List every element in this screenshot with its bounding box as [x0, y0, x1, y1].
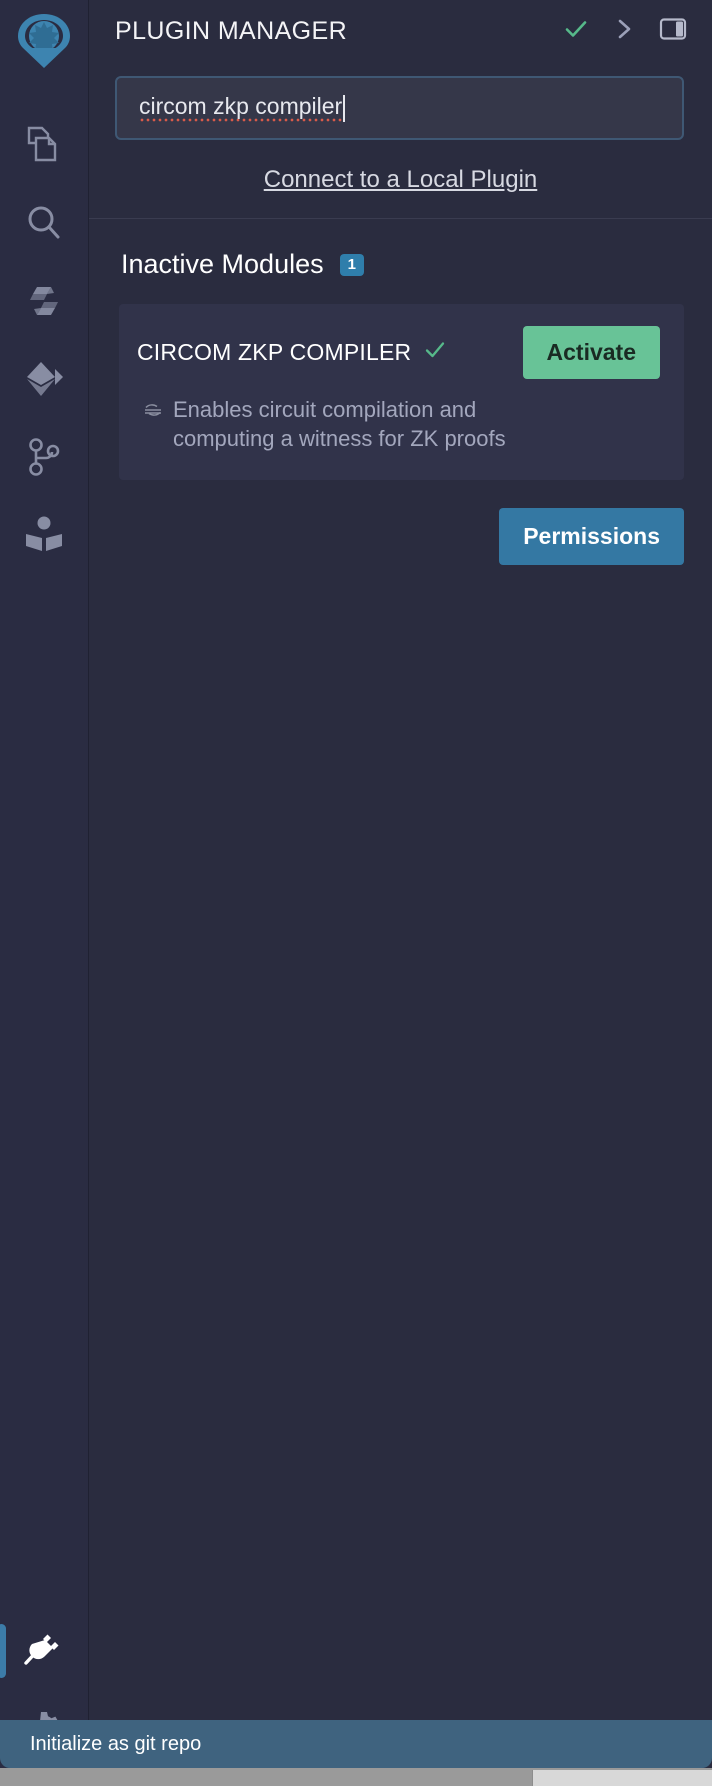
permissions-button[interactable]: Permissions — [499, 507, 684, 565]
activate-button[interactable]: Activate — [522, 326, 660, 379]
panel-filler — [89, 565, 712, 1786]
plugin-card-header: CIRCOM ZKP COMPILER Activate — [137, 326, 660, 379]
os-taskbar-segment — [532, 1770, 712, 1786]
os-taskbar-strip — [0, 1768, 712, 1786]
plugin-verified-check-icon — [423, 338, 447, 367]
search-input[interactable]: circom zkp compiler — [115, 76, 684, 140]
header-icon-group — [562, 15, 688, 48]
panel-layout-icon[interactable] — [658, 15, 688, 48]
plugin-description-row: Enables circuit compilation and computin… — [137, 395, 660, 454]
remix-logo[interactable] — [9, 6, 79, 76]
status-bar[interactable]: Initialize as git repo — [0, 1720, 712, 1768]
check-icon[interactable] — [562, 15, 590, 48]
inactive-modules-count-badge: 1 — [339, 253, 364, 276]
plugin-card[interactable]: CIRCOM ZKP COMPILER Activate Enables cir… — [119, 304, 684, 480]
sidebar-item-search[interactable] — [0, 184, 89, 262]
sidebar-item-git[interactable] — [0, 418, 89, 496]
search-input-value: circom zkp compiler — [139, 93, 343, 123]
plugin-manager-panel: PLUGIN MANAGER circom zkp compiler Conne… — [89, 0, 712, 1786]
inactive-plugin-list: CIRCOM ZKP COMPILER Activate Enables cir… — [89, 280, 712, 480]
inactive-modules-title: Inactive Modules — [121, 249, 324, 279]
icon-panel — [0, 0, 89, 1786]
text-caret — [343, 94, 346, 122]
sidebar-item-file-explorer[interactable] — [0, 106, 89, 184]
plugin-description: Enables circuit compilation and computin… — [173, 397, 506, 452]
sidebar-item-deploy-run[interactable] — [0, 340, 89, 418]
sidebar-item-plugin-manager[interactable] — [0, 1612, 89, 1690]
link-chain-icon — [143, 395, 163, 454]
plugin-name-wrap: CIRCOM ZKP COMPILER — [137, 338, 447, 367]
plugin-name: CIRCOM ZKP COMPILER — [137, 339, 412, 365]
connect-local-plugin-row: Connect to a Local Plugin — [89, 140, 712, 219]
page-title: PLUGIN MANAGER — [115, 16, 348, 45]
panel-header: PLUGIN MANAGER — [89, 0, 712, 62]
connect-local-plugin-link[interactable]: Connect to a Local Plugin — [264, 166, 538, 193]
search-container: circom zkp compiler — [89, 62, 712, 140]
sidebar-item-learneth[interactable] — [0, 496, 89, 574]
sidebar-item-solidity-compiler[interactable] — [0, 262, 89, 340]
status-bar-text: Initialize as git repo — [30, 1732, 202, 1755]
inactive-modules-header: Inactive Modules 1 — [89, 219, 712, 280]
chevron-right-icon[interactable] — [612, 15, 636, 48]
permissions-row: Permissions — [89, 480, 712, 565]
remix-ide-window: PLUGIN MANAGER circom zkp compiler Conne… — [0, 0, 712, 1786]
